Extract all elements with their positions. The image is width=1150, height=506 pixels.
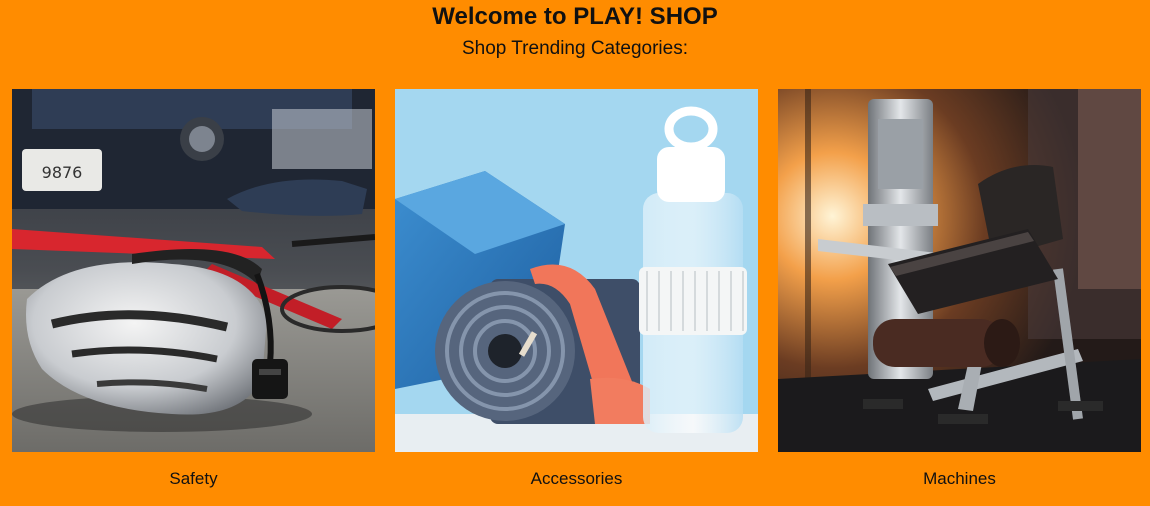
yoga-mat-bottle-image[interactable] xyxy=(395,89,758,452)
helmet-on-road-image[interactable]: 9876 xyxy=(12,89,375,452)
category-grid: 9876 Safety Accessories Machines xyxy=(12,89,1141,502)
category-label-safety[interactable]: Safety xyxy=(12,452,375,502)
gym-machine-image[interactable] xyxy=(778,89,1141,452)
category-label-machines[interactable]: Machines xyxy=(778,452,1141,502)
page-title: Welcome to PLAY! SHOP xyxy=(432,3,718,30)
page-subtitle: Shop Trending Categories: xyxy=(461,38,689,59)
category-card-machines[interactable]: Machines xyxy=(778,89,1141,502)
category-card-accessories[interactable]: Accessories xyxy=(395,89,758,502)
category-label-accessories[interactable]: Accessories xyxy=(395,452,758,502)
category-card-safety[interactable]: 9876 Safety xyxy=(12,89,375,502)
svg-text:9876: 9876 xyxy=(42,163,83,182)
